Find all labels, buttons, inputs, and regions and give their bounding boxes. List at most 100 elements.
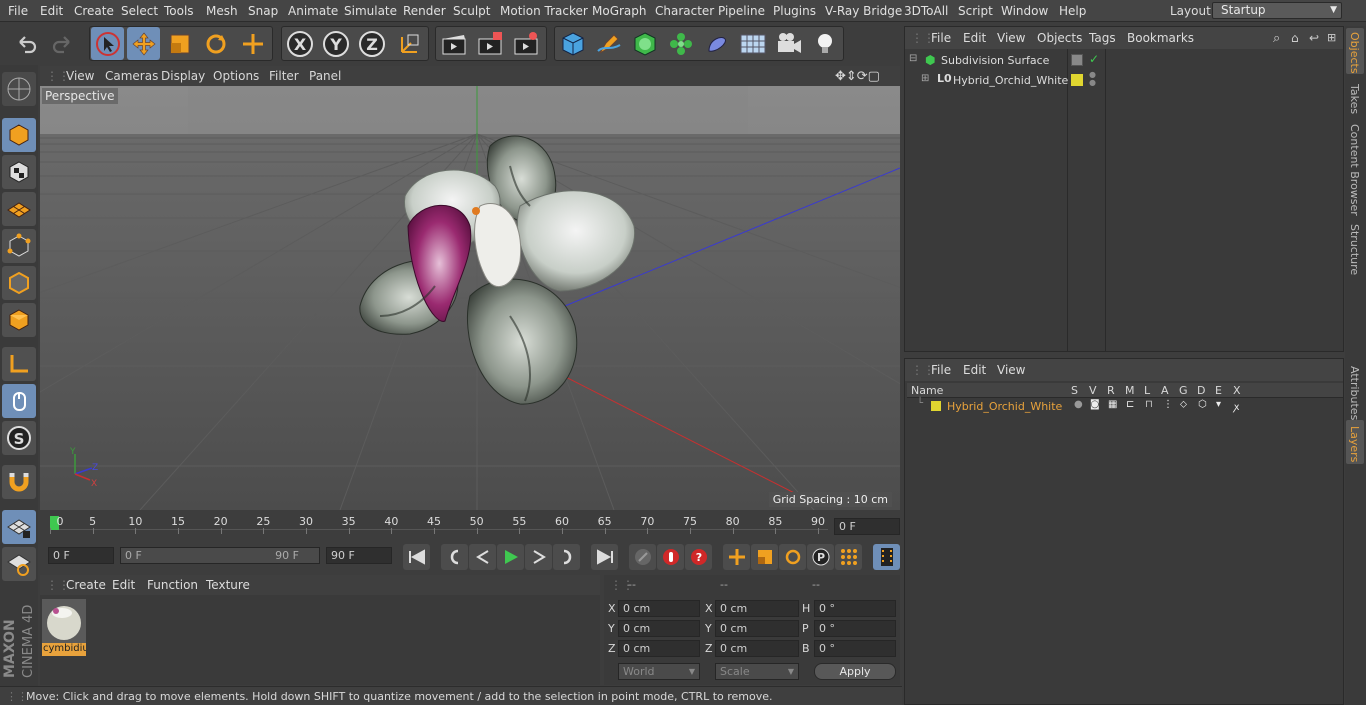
perspective-viewport[interactable]: Y Z X Perspective Grid Spacing : 10 cm	[40, 86, 900, 510]
objects-menu-objects[interactable]: Objects	[1037, 31, 1082, 45]
viewport-menu-options[interactable]: Options	[213, 69, 259, 83]
render-view-button[interactable]	[437, 27, 470, 60]
tweak-mode-button[interactable]	[2, 384, 36, 418]
render-to-picture-viewer-button[interactable]	[473, 27, 506, 60]
recent-tools-button[interactable]	[236, 27, 269, 60]
objects-menu-edit[interactable]: Edit	[963, 31, 986, 45]
rotation-p-field[interactable]: 0 °	[814, 620, 896, 637]
layout-select[interactable]: Startup ▼	[1212, 2, 1342, 19]
make-editable-button[interactable]	[2, 72, 36, 106]
manager-icon[interactable]: ⊏	[1126, 399, 1134, 410]
expression-icon[interactable]: ▾	[1216, 399, 1221, 410]
column-solo[interactable]: S	[1071, 384, 1078, 397]
go-to-previous-key-button[interactable]	[441, 544, 468, 570]
menu-mesh[interactable]: Mesh	[206, 4, 238, 18]
layer-color-swatch[interactable]	[931, 401, 941, 411]
column-xref[interactable]: X	[1233, 384, 1241, 397]
current-frame-field[interactable]: 0 F	[834, 518, 900, 535]
new-view-icon[interactable]: ⊞	[1327, 31, 1336, 44]
rotation-b-field[interactable]: 0 °	[814, 640, 896, 657]
key-rotation-button[interactable]	[779, 544, 806, 570]
column-name[interactable]: Name	[911, 384, 943, 397]
solo-dot-icon[interactable]: ●	[1074, 399, 1083, 410]
menu-help[interactable]: Help	[1059, 4, 1086, 18]
menu-snap[interactable]: Snap	[248, 4, 278, 18]
polygons-mode-button[interactable]	[2, 303, 36, 337]
tree-expand-icon[interactable]: ⊞	[921, 73, 929, 84]
record-keys-disabled-button[interactable]	[629, 544, 656, 570]
column-view[interactable]: V	[1089, 384, 1097, 397]
tab-objects[interactable]: Objects	[1348, 32, 1361, 74]
objects-menu-bookmarks[interactable]: Bookmarks	[1127, 31, 1194, 45]
model-mode-button[interactable]	[2, 118, 36, 152]
deformer-button[interactable]	[700, 27, 733, 60]
position-y-field[interactable]: 0 cm	[618, 620, 700, 637]
xref-icon[interactable]: ꭗ	[1234, 399, 1239, 413]
material-menu-edit[interactable]: Edit	[112, 578, 135, 592]
timeline-window-button[interactable]	[873, 544, 900, 570]
column-animation[interactable]: A	[1161, 384, 1169, 397]
menu-vray-bridge[interactable]: V-Ray Bridge	[825, 4, 902, 18]
object-row-hybrid-orchid-white[interactable]: ⊞ L0 Hybrid_Orchid_White	[907, 72, 1068, 90]
layers-menu-view[interactable]: View	[997, 363, 1025, 377]
cube-primitive-button[interactable]	[556, 27, 589, 60]
column-manager[interactable]: M	[1125, 384, 1135, 397]
menu-mograph[interactable]: MoGraph	[592, 4, 647, 18]
material-menu-create[interactable]: Create	[66, 578, 106, 592]
eye-icon[interactable]: ◙	[1090, 399, 1100, 410]
home-icon[interactable]: ⌂	[1291, 31, 1299, 45]
go-to-next-frame-button[interactable]	[525, 544, 552, 570]
go-to-next-key-button[interactable]	[553, 544, 580, 570]
key-scale-button[interactable]	[751, 544, 778, 570]
viewport-menu-panel[interactable]: Panel	[309, 69, 341, 83]
apply-button[interactable]: Apply	[814, 663, 896, 680]
go-to-previous-frame-button[interactable]	[469, 544, 496, 570]
grid-lock-button[interactable]	[2, 510, 36, 544]
z-axis-button[interactable]: Z	[355, 27, 388, 60]
menu-create[interactable]: Create	[74, 4, 114, 18]
texture-mode-button[interactable]	[2, 155, 36, 189]
viewport-menu-filter[interactable]: Filter	[269, 69, 299, 83]
size-y-field[interactable]: 0 cm	[715, 620, 799, 637]
viewport-menu-view[interactable]: View	[66, 69, 94, 83]
search-icon[interactable]: ⌕	[1273, 31, 1280, 46]
checkmark-icon[interactable]: ✓	[1089, 52, 1099, 66]
workplane-mode-button[interactable]	[2, 192, 36, 226]
axis-mode-button[interactable]	[2, 347, 36, 381]
cloner-button[interactable]	[664, 27, 697, 60]
key-parameter-button[interactable]: P	[807, 544, 834, 570]
points-mode-button[interactable]	[2, 229, 36, 263]
viewport-menu-cameras[interactable]: Cameras	[105, 69, 158, 83]
render-clapper-icon[interactable]: ▦	[1108, 399, 1117, 410]
menu-plugins[interactable]: Plugins	[773, 4, 816, 18]
back-icon[interactable]: ↩	[1309, 31, 1319, 45]
coordinate-system-button[interactable]	[393, 27, 426, 60]
play-forward-button[interactable]	[497, 544, 524, 570]
lock-icon[interactable]: ⊓	[1145, 399, 1153, 410]
menu-pipeline[interactable]: Pipeline	[718, 4, 765, 18]
column-expressions[interactable]: E	[1215, 384, 1222, 397]
x-axis-button[interactable]: X	[283, 27, 316, 60]
rotate-tool-button[interactable]	[199, 27, 232, 60]
menu-motion-tracker[interactable]: Motion Tracker	[500, 4, 588, 18]
menu-file[interactable]: File	[8, 4, 28, 18]
menu-window[interactable]: Window	[1001, 4, 1048, 18]
menu-render[interactable]: Render	[403, 4, 446, 18]
column-deformers[interactable]: D	[1197, 384, 1205, 397]
layers-menu-edit[interactable]: Edit	[963, 363, 986, 377]
undo-button[interactable]	[10, 27, 43, 60]
edges-mode-button[interactable]	[2, 266, 36, 300]
workplane-rotate-button[interactable]	[2, 547, 36, 581]
snap-toggle-button[interactable]: S	[2, 421, 36, 455]
frame-range-slider[interactable]: 0 F 90 F	[120, 547, 320, 564]
floor-button[interactable]	[736, 27, 769, 60]
material-swatch[interactable]: cymbidiu	[42, 599, 86, 657]
viewport-nav-icons[interactable]: ✥⇕⟳▢	[835, 69, 880, 84]
menu-simulate[interactable]: Simulate	[344, 4, 397, 18]
key-position-button[interactable]	[723, 544, 750, 570]
objects-menu-tags[interactable]: Tags	[1089, 31, 1116, 45]
start-frame-field[interactable]: 0 F	[48, 547, 114, 564]
animation-icon[interactable]: ⋮	[1163, 399, 1173, 410]
column-locked[interactable]: L	[1144, 384, 1150, 397]
material-menu-texture[interactable]: Texture	[206, 578, 250, 592]
